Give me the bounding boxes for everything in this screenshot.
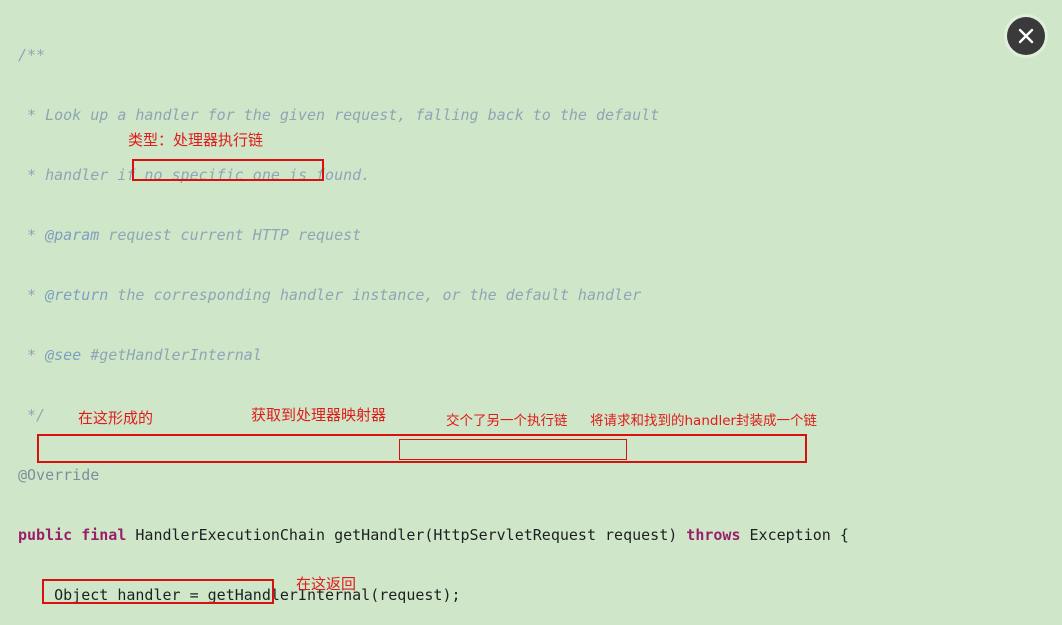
annotation-return-here: 在这返回 <box>296 575 357 593</box>
close-button[interactable] <box>1007 17 1045 55</box>
annotation-type-label: 类型：处理器执行链 <box>128 131 264 149</box>
annotation-another-chain: 交个了另一个执行链 <box>446 413 568 429</box>
annotation-wrap-into-chain: 将请求和找到的handler封装成一个链 <box>590 413 818 429</box>
code-block: /** * Look up a handler for the given re… <box>0 0 1062 625</box>
code-line: * @return the corresponding handler inst… <box>18 286 642 304</box>
code-line: Object handler = getHandlerInternal(requ… <box>18 586 461 604</box>
annotation-got-handler-mapping: 获取到处理器映射器 <box>251 406 387 424</box>
code-line: * handler if no specific one is found. <box>18 166 371 184</box>
code-line: /** <box>18 46 46 64</box>
code-line: * @param request current HTTP request <box>18 226 362 244</box>
annotation-formed-here: 在这形成的 <box>78 409 154 427</box>
code-screenshot-window: /** * Look up a handler for the given re… <box>0 0 1062 625</box>
code-line: * @see #getHandlerInternal <box>18 346 262 364</box>
close-icon <box>1018 28 1034 44</box>
code-line: * Look up a handler for the given reques… <box>18 106 660 124</box>
code-line-signature: public final HandlerExecutionChain getHa… <box>18 526 849 544</box>
code-line: @Override <box>18 466 100 484</box>
